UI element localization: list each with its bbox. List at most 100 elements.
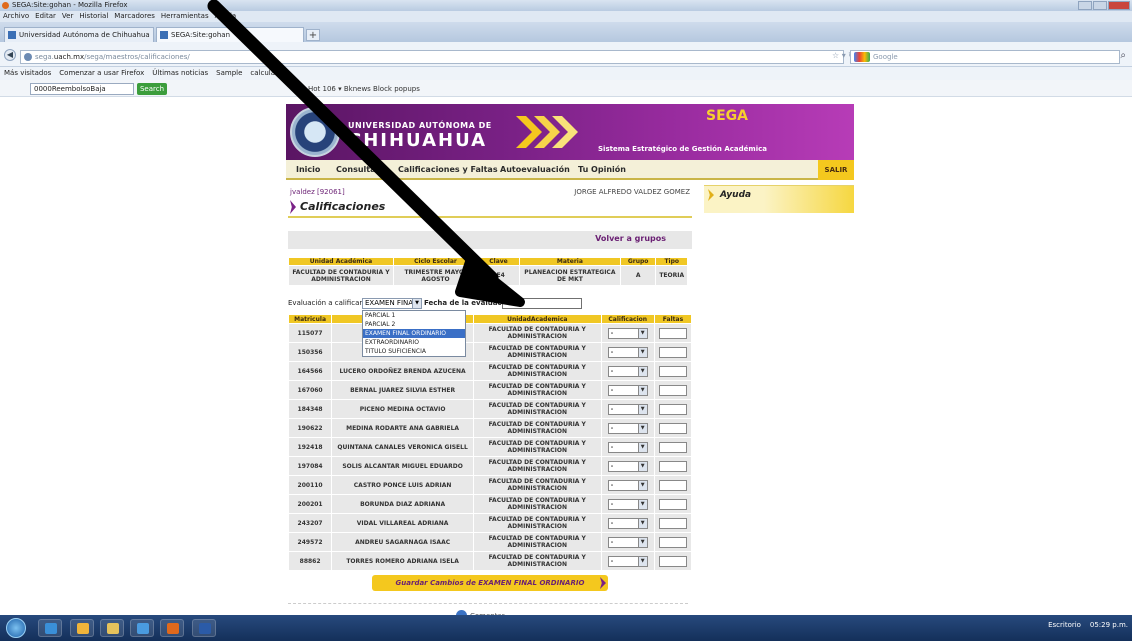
faltas-input[interactable]: [658, 498, 687, 510]
tab-universidad[interactable]: Universidad Autónoma de Chihuahua: [4, 27, 154, 42]
matricula-cell: 200201: [287, 494, 333, 514]
grade-select[interactable]: - ▼: [607, 346, 648, 358]
faltas-input[interactable]: [658, 517, 687, 529]
dropdown-option[interactable]: EXTRAORDINARIO: [363, 338, 465, 347]
url-bar[interactable]: sega.uach.mx/sega/maestros/calificacione…: [20, 50, 844, 64]
nav-calificaciones[interactable]: Calificaciones y Faltas: [398, 160, 498, 180]
menu-herramientas[interactable]: Herramientas: [161, 11, 209, 22]
search-input[interactable]: Google: [850, 50, 1120, 64]
unidad-cell: FACULTAD DE CONTADURIA Y ADMINISTRACION: [473, 342, 602, 362]
faltas-cell: [653, 342, 693, 362]
menu-editar[interactable]: Editar: [35, 11, 56, 22]
matricula-cell: 200110: [287, 475, 333, 495]
minimize-button[interactable]: [1078, 1, 1092, 10]
column-header[interactable]: Matricula: [287, 314, 333, 324]
taskbar-app[interactable]: [38, 619, 62, 637]
menu-marcadores[interactable]: Marcadores: [114, 11, 155, 22]
nav-inicio[interactable]: Inicio: [296, 160, 320, 180]
unidad-cell: FACULTAD DE CONTADURIA Y ADMINISTRACION: [473, 456, 602, 476]
grade-select[interactable]: - ▼: [607, 555, 648, 567]
toolbar-extras[interactable]: Hot 106 ▾ Bknews Block popups: [308, 83, 420, 95]
matricula-cell: 190622: [287, 418, 333, 438]
site-icon: [160, 31, 168, 39]
page-title: Calificaciones: [288, 200, 385, 214]
dropdown-option[interactable]: PARCIAL 1: [363, 311, 465, 320]
grade-select[interactable]: - ▼: [607, 403, 648, 415]
bookmark-item[interactable]: Sample: [216, 67, 242, 80]
menu-archivo[interactable]: Archivo: [3, 11, 29, 22]
university-name-top: UNIVERSIDAD AUTÓNOMA DE: [348, 121, 492, 130]
toolbar-search-input[interactable]: 0000ReembolsoBaja: [30, 83, 134, 95]
nav-tu-opinion[interactable]: Tu Opinión: [578, 160, 626, 180]
dropdown-option[interactable]: TITULO SUFICIENCIA: [363, 347, 465, 356]
column-header: Tipo: [655, 257, 688, 266]
calificacion-cell: - ▼: [600, 551, 655, 571]
faltas-input[interactable]: [658, 384, 687, 396]
volver-link[interactable]: Volver a grupos: [595, 234, 666, 243]
new-tab-button[interactable]: +: [306, 29, 320, 41]
column-header[interactable]: UnidadAcademica: [473, 314, 602, 324]
taskbar-app[interactable]: [160, 619, 184, 637]
chevron-down-icon: ▼: [637, 347, 647, 357]
grade-select[interactable]: - ▼: [607, 498, 648, 510]
faltas-input[interactable]: [658, 422, 687, 434]
grade-select[interactable]: - ▼: [607, 384, 648, 396]
bookmark-item[interactable]: Comenzar a usar Firefox: [59, 67, 144, 80]
nav-consultas[interactable]: Consultas: [336, 160, 380, 180]
menu-historial[interactable]: Historial: [79, 11, 108, 22]
dropdown-option[interactable]: PARCIAL 2: [363, 320, 465, 329]
faltas-input[interactable]: [658, 403, 687, 415]
toolbar-search-button[interactable]: Search: [137, 83, 167, 95]
taskbar-app[interactable]: [100, 619, 124, 637]
close-button[interactable]: [1108, 1, 1130, 10]
menu-ver[interactable]: Ver: [62, 11, 73, 22]
faltas-input[interactable]: [658, 555, 687, 567]
faltas-input[interactable]: [658, 327, 687, 339]
tray-label[interactable]: Escritorio: [1048, 621, 1081, 629]
table-cell: PE4: [477, 265, 520, 286]
faltas-cell: [653, 399, 693, 419]
faltas-input[interactable]: [658, 441, 687, 453]
bookmark-item[interactable]: calculator...: [250, 67, 291, 80]
grade-select[interactable]: - ▼: [607, 517, 648, 529]
menu-ayuda[interactable]: Ayuda: [215, 11, 237, 22]
grade-select[interactable]: - ▼: [607, 327, 648, 339]
back-button[interactable]: ◀: [4, 49, 16, 61]
dropdown-option[interactable]: EXAMEN FINAL ORDINARIO: [363, 329, 465, 338]
window-title: SEGA:Site:gohan - Mozilla Firefox: [12, 1, 128, 9]
search-icon[interactable]: ⌕: [1120, 50, 1126, 61]
save-button[interactable]: Guardar Cambios de EXAMEN FINAL ORDINARI…: [372, 575, 608, 591]
grade-select[interactable]: - ▼: [607, 441, 648, 453]
evaluation-select[interactable]: EXAMEN FINAL ▼: [362, 298, 422, 309]
grade-select[interactable]: - ▼: [607, 536, 648, 548]
bookmark-item[interactable]: Más visitados: [4, 67, 51, 80]
clock[interactable]: 05:29 p.m.: [1090, 621, 1128, 629]
grade-select[interactable]: - ▼: [607, 365, 648, 377]
faltas-input[interactable]: [658, 479, 687, 491]
ayuda-panel[interactable]: Ayuda: [704, 185, 854, 213]
taskbar-app[interactable]: [192, 619, 216, 637]
date-input[interactable]: [502, 298, 582, 309]
faltas-input[interactable]: [658, 346, 687, 358]
nav-autoevaluacion[interactable]: Autoevaluación: [500, 160, 570, 180]
maximize-button[interactable]: [1093, 1, 1107, 10]
faltas-input[interactable]: [658, 536, 687, 548]
calificacion-cell: - ▼: [600, 456, 655, 476]
start-button[interactable]: [6, 618, 26, 638]
taskbar-app[interactable]: [130, 619, 154, 637]
grade-select[interactable]: - ▼: [607, 479, 648, 491]
bookmark-item[interactable]: Últimas noticias: [152, 67, 208, 80]
grade-select[interactable]: - ▼: [607, 460, 648, 472]
site-banner: UNIVERSIDAD AUTÓNOMA DE CHIHUAHUA SEGA S…: [286, 104, 854, 160]
taskbar-app[interactable]: [70, 619, 94, 637]
chevron-right-icon: [708, 189, 714, 201]
matricula-cell: 164566: [287, 361, 333, 381]
faltas-input[interactable]: [658, 365, 687, 377]
grade-select[interactable]: - ▼: [607, 422, 648, 434]
course-info-table: Unidad Académica Ciclo Escolar Clave Mat…: [288, 257, 688, 286]
table-row: 200201 BORUNDA DIAZ ADRIANA FACULTAD DE CO…: [287, 494, 693, 514]
salir-button[interactable]: SALIR: [818, 160, 854, 180]
faltas-input[interactable]: [658, 460, 687, 472]
column-header: Calificacion: [600, 314, 655, 324]
tab-sega[interactable]: SEGA:Site:gohan: [156, 27, 304, 42]
